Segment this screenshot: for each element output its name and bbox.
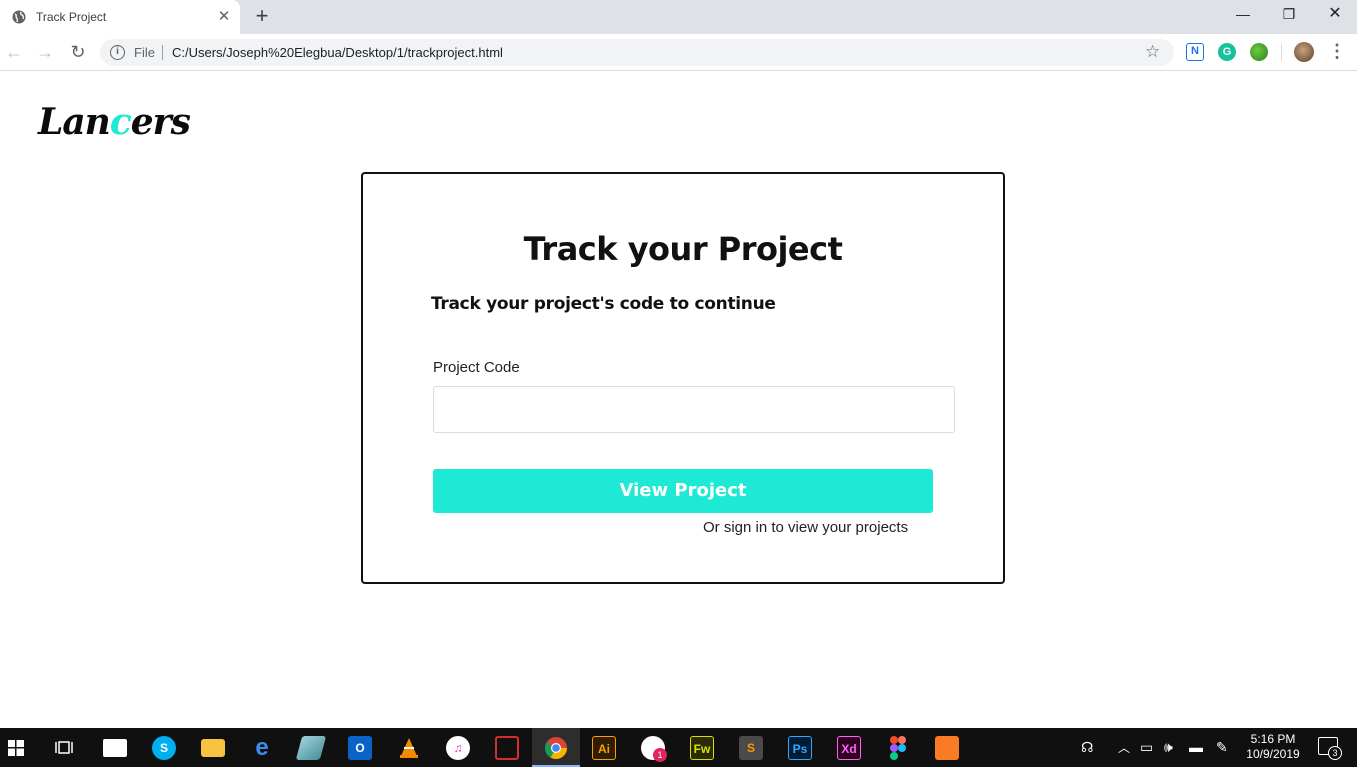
- chrome-icon[interactable]: [544, 736, 568, 760]
- tab-title: Track Project: [36, 10, 107, 24]
- info-icon[interactable]: i: [110, 45, 125, 60]
- track-project-card: Track your Project Track your project's …: [361, 172, 1005, 584]
- browser-toolbar: ← → ↻ i File C:/Users/Joseph%20Elegbua/D…: [0, 34, 1357, 71]
- minimize-icon[interactable]: —: [1220, 0, 1266, 30]
- skype-icon[interactable]: S: [152, 736, 176, 760]
- battery-icon[interactable]: ▬: [1189, 739, 1203, 755]
- tab-close-icon[interactable]: ✕: [216, 9, 232, 25]
- edge-icon[interactable]: e: [250, 736, 274, 760]
- grammarly-icon[interactable]: G: [1218, 43, 1236, 61]
- photoshop-icon[interactable]: Ps: [788, 736, 812, 760]
- windows-taskbar: S e O ♫ Ai 1 Fw S Ps Xd ☊ ︿ ▭ 🕪 ▬ ✎ 5:16…: [0, 728, 1357, 767]
- mail-icon[interactable]: [103, 739, 127, 757]
- chat-badge: 1: [653, 748, 667, 762]
- restore-icon[interactable]: ❐: [1266, 0, 1312, 30]
- outlook-icon[interactable]: O: [348, 736, 372, 760]
- windows-start-icon[interactable]: [8, 740, 24, 756]
- window-close-icon[interactable]: ✕: [1312, 0, 1357, 30]
- file-explorer-icon[interactable]: [201, 739, 225, 757]
- extension-n-icon[interactable]: N: [1186, 43, 1204, 61]
- volume-icon[interactable]: 🕪: [1164, 739, 1173, 756]
- globe-icon: [12, 10, 26, 24]
- divider: [1281, 44, 1282, 61]
- extension-globe-icon[interactable]: [1250, 43, 1268, 61]
- logo[interactable]: Lancers: [38, 101, 191, 143]
- new-tab-icon[interactable]: +: [252, 5, 272, 27]
- people-icon[interactable]: ☊: [1081, 739, 1093, 756]
- profile-avatar[interactable]: [1294, 42, 1314, 62]
- menu-dots-icon[interactable]: ⋮: [1328, 40, 1346, 62]
- pen-icon[interactable]: ✎: [1216, 739, 1228, 756]
- xd-icon[interactable]: Xd: [837, 736, 861, 760]
- page-title: Track your Project: [523, 230, 843, 268]
- chevron-up-icon[interactable]: ︿: [1118, 739, 1130, 756]
- browser-tab-bar: Track Project ✕ + — ❐ ✕: [0, 0, 1357, 34]
- sign-in-link[interactable]: Or sign in to view your projects: [703, 519, 908, 536]
- back-arrow-icon[interactable]: ←: [4, 42, 24, 62]
- reload-icon[interactable]: ↻: [68, 42, 88, 62]
- logo-text-part1: Lan: [38, 101, 111, 143]
- logo-text-part2: ers: [130, 101, 191, 143]
- view-project-button[interactable]: View Project: [433, 469, 933, 513]
- page-content: Lancers Track your Project Track your pr…: [0, 71, 1357, 728]
- xampp-icon[interactable]: [935, 736, 959, 760]
- clock-date: 10/9/2019: [1246, 747, 1300, 761]
- forward-arrow-icon[interactable]: →: [35, 42, 55, 62]
- project-code-label: Project Code: [433, 359, 520, 376]
- divider: [162, 45, 163, 60]
- address-bar[interactable]: i File C:/Users/Joseph%20Elegbua/Desktop…: [100, 39, 1174, 66]
- acrobat-icon[interactable]: [495, 736, 519, 760]
- project-code-input[interactable]: [433, 386, 955, 433]
- card-subtitle: Track your project's code to continue: [431, 294, 776, 314]
- itunes-icon[interactable]: ♫: [446, 736, 470, 760]
- task-view-icon[interactable]: [55, 739, 73, 756]
- vlc-icon[interactable]: [397, 736, 421, 760]
- url-text[interactable]: C:/Users/Joseph%20Elegbua/Desktop/1/trac…: [172, 45, 503, 60]
- clock[interactable]: 5:16 PM 10/9/2019: [1246, 732, 1300, 762]
- app-icon[interactable]: [295, 736, 327, 760]
- clock-time: 5:16 PM: [1250, 732, 1296, 746]
- browser-tab[interactable]: Track Project ✕: [0, 0, 240, 34]
- fireworks-icon[interactable]: Fw: [690, 736, 714, 760]
- file-label: File: [134, 45, 155, 60]
- network-icon[interactable]: ▭: [1140, 739, 1153, 756]
- logo-text-accent: c: [109, 101, 132, 143]
- bookmark-star-icon[interactable]: ☆: [1145, 42, 1160, 62]
- figma-icon[interactable]: [890, 736, 906, 760]
- illustrator-icon[interactable]: Ai: [592, 736, 616, 760]
- notification-count: 3: [1328, 746, 1342, 760]
- sublime-icon[interactable]: S: [739, 736, 763, 760]
